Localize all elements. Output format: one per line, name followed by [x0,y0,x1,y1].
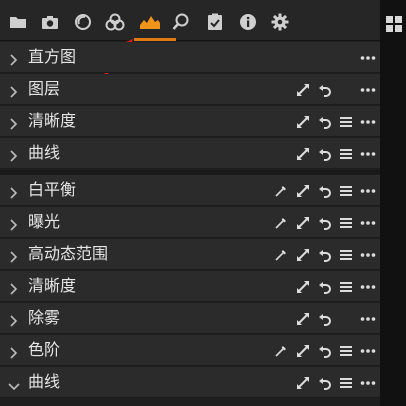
more-icon[interactable] [360,343,376,357]
expand-icon[interactable] [296,375,310,389]
list-icon[interactable] [339,375,353,389]
reset-icon[interactable] [318,343,332,358]
list-icon[interactable] [339,183,353,197]
chevron-down-icon[interactable] [8,377,20,391]
list-icon[interactable] [339,247,353,261]
folder-icon[interactable] [8,12,28,32]
tool-panel-header[interactable]: 曲线 [0,138,380,169]
tool-panel-header[interactable]: 图层 [0,74,380,105]
panel-title: 曲线 [28,372,61,391]
more-icon[interactable] [360,215,376,229]
expand-icon[interactable] [296,114,310,128]
right-panel-edge [380,0,406,406]
color-picker-icon[interactable] [274,183,288,197]
expand-icon[interactable] [296,279,310,293]
expand-icon[interactable] [296,343,310,357]
expand-icon[interactable] [296,146,310,160]
tool-panel-header[interactable]: 除雾 [0,303,380,334]
reset-icon[interactable] [318,247,332,262]
tool-panel-header[interactable]: 曝光 [0,207,380,238]
list-icon[interactable] [339,114,353,128]
panel-title: 曲线 [28,143,61,162]
chevron-right-icon[interactable] [9,184,19,199]
more-icon[interactable] [360,82,376,96]
expand-icon[interactable] [296,215,310,229]
panel-title: 高动态范围 [28,244,109,263]
more-icon[interactable] [360,50,376,64]
color-picker-icon[interactable] [274,247,288,261]
chevron-right-icon[interactable] [9,280,19,295]
panel-title: 除雾 [28,308,61,327]
tool-panel-header[interactable]: 清晰度 [0,106,380,137]
more-icon[interactable] [360,279,376,293]
chevron-right-icon[interactable] [9,312,19,327]
reset-icon[interactable] [318,114,332,129]
tool-panel-header[interactable]: 清晰度 [0,271,380,302]
list-icon[interactable] [339,343,353,357]
tool-panel-header[interactable]: 高动态范围 [0,239,380,270]
more-icon[interactable] [360,114,376,128]
panel-title: 清晰度 [28,276,77,295]
color-picker-icon[interactable] [274,215,288,229]
chevron-right-icon[interactable] [9,115,19,130]
gear-icon[interactable] [270,12,290,32]
reset-icon[interactable] [318,183,332,198]
grid-view-icon[interactable] [386,16,402,32]
panel-title: 色阶 [28,340,61,359]
expand-icon[interactable] [296,183,310,197]
chevron-right-icon[interactable] [9,83,19,98]
panel-title: 曝光 [28,212,61,231]
expand-icon[interactable] [296,311,310,325]
list-icon[interactable] [339,279,353,293]
tool-tab-bar [0,0,380,41]
reset-icon[interactable] [318,82,332,97]
panel-title: 直方图 [28,47,77,66]
camera-icon[interactable] [40,12,60,32]
reset-icon[interactable] [318,279,332,294]
more-icon[interactable] [360,311,376,325]
reset-icon[interactable] [318,375,332,390]
reset-icon[interactable] [318,311,332,326]
info-icon[interactable] [238,12,258,32]
expand-icon[interactable] [296,82,310,96]
panel-title: 图层 [28,79,61,98]
more-icon[interactable] [360,183,376,197]
list-icon[interactable] [339,146,353,160]
active-tab-indicator [134,38,176,41]
chevron-right-icon[interactable] [9,51,19,66]
more-icon[interactable] [360,146,376,160]
chevron-right-icon[interactable] [9,216,19,231]
panel-title: 清晰度 [28,111,77,130]
list-icon[interactable] [339,215,353,229]
expand-icon[interactable] [296,247,310,261]
clipboard-check-icon[interactable] [205,12,225,32]
more-icon[interactable] [360,375,376,389]
exposure-icon[interactable] [138,12,162,32]
panel-title: 白平衡 [28,180,77,199]
tool-panel-header[interactable]: 色阶 [0,335,380,366]
more-icon[interactable] [360,247,376,261]
tool-panel-header[interactable]: 白平衡 [0,175,380,206]
tool-panel-header[interactable]: 直方图 [0,42,380,73]
tool-panel-header[interactable]: 曲线 [0,367,380,398]
chevron-right-icon[interactable] [9,147,19,162]
search-icon[interactable] [171,12,191,32]
chevron-right-icon[interactable] [9,344,19,359]
reset-icon[interactable] [318,215,332,230]
panel-group-divider [0,170,380,175]
chevron-right-icon[interactable] [9,248,19,263]
color-circles-icon[interactable] [105,12,125,32]
reset-icon[interactable] [318,146,332,161]
lens-icon[interactable] [73,12,93,32]
color-picker-icon[interactable] [274,343,288,357]
